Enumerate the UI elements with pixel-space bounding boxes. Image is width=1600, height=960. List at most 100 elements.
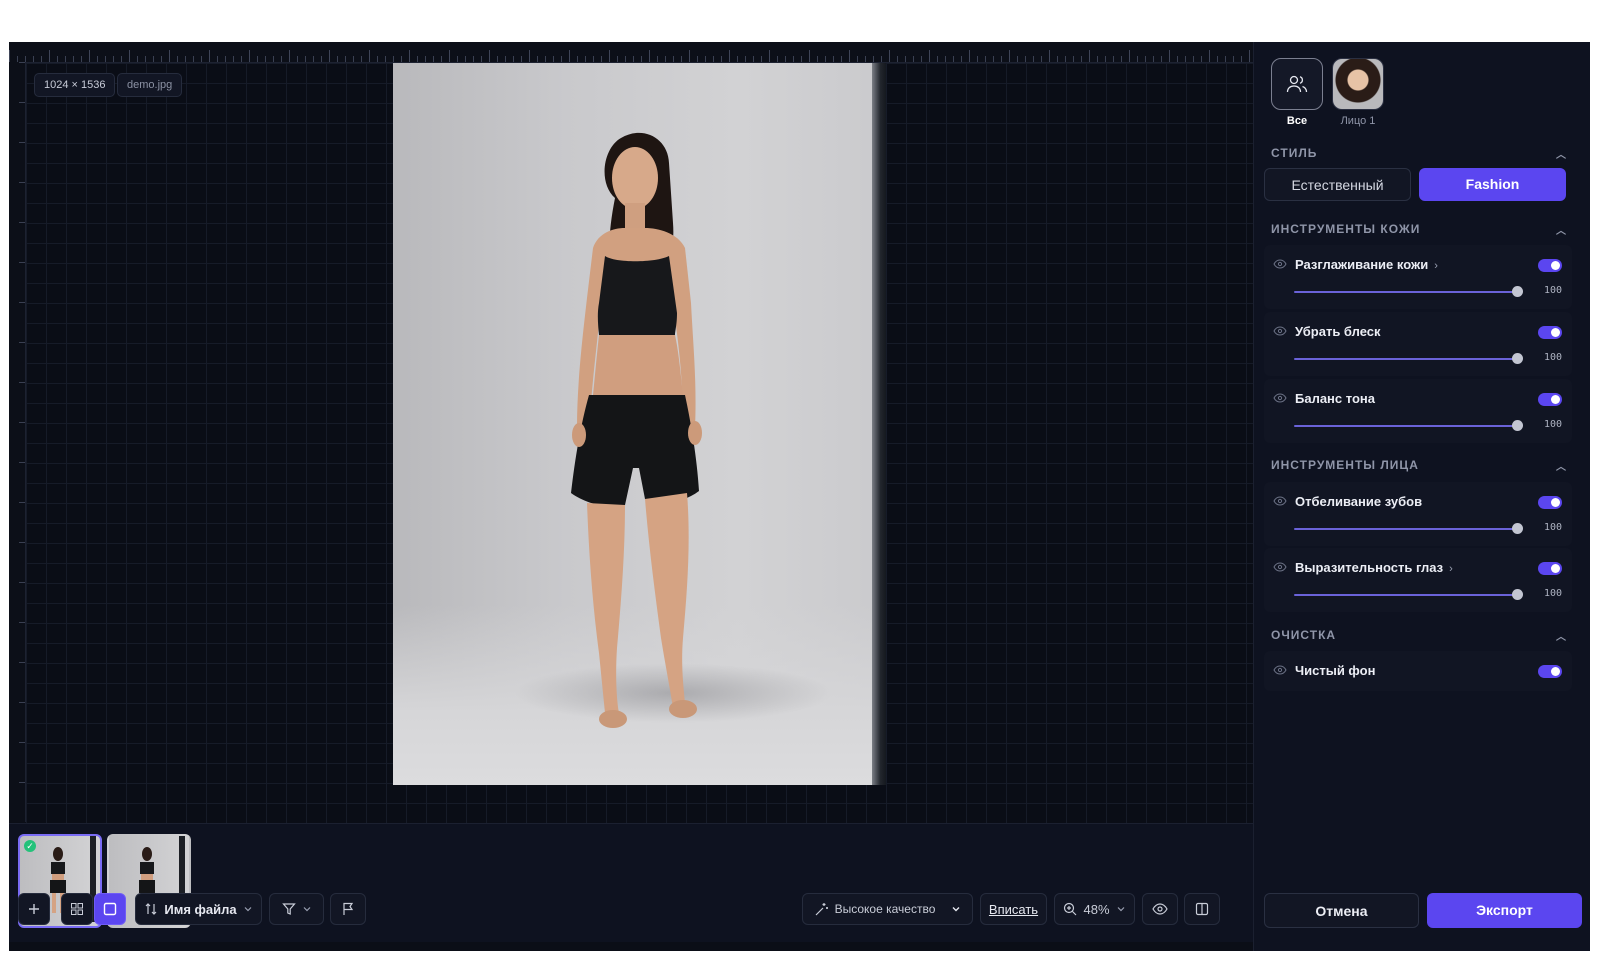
tool-toggle[interactable] — [1538, 326, 1562, 339]
chevron-up-icon: ︿ — [1556, 226, 1567, 237]
tool-slider-track[interactable] — [1294, 594, 1518, 596]
tool-label: Выразительность глаз — [1295, 560, 1444, 575]
compare-view-button[interactable] — [1184, 893, 1220, 925]
tool-slider-handle[interactable] — [1512, 523, 1523, 534]
eye-icon[interactable] — [1273, 562, 1287, 572]
style-natural-button[interactable]: Естественный — [1264, 168, 1411, 201]
skin-section-title: ИНСТРУМЕНТЫ КОЖИ — [1271, 222, 1421, 236]
zoom-label: 48% — [1083, 901, 1110, 917]
filename-chip: demo.jpg — [117, 73, 183, 97]
photo-preview[interactable] — [393, 63, 886, 785]
tool-name[interactable]: Разглаживание кожи › — [1295, 257, 1438, 272]
eye-icon — [1152, 903, 1168, 915]
tool-skin-smoothing: Разглаживание кожи › 100 — [1264, 245, 1572, 309]
flag-icon — [343, 902, 354, 915]
eye-icon[interactable] — [1273, 665, 1287, 675]
add-image-button[interactable] — [18, 893, 50, 925]
zoom-icon — [1064, 902, 1077, 916]
skin-section-header[interactable]: ИНСТРУМЕНТЫ КОЖИ ︿ — [1271, 222, 1571, 238]
model-figure — [571, 132, 702, 728]
tool-remove-shine: Убрать блеск 100 — [1264, 312, 1572, 376]
face-1-button[interactable] — [1332, 58, 1384, 110]
split-view-icon — [1195, 902, 1209, 916]
chevron-right-icon: › — [1449, 563, 1453, 575]
tool-slider-handle[interactable] — [1512, 420, 1523, 431]
tool-name[interactable]: Чистый фон — [1295, 663, 1375, 678]
export-button[interactable]: Экспорт — [1427, 893, 1582, 928]
eye-icon[interactable] — [1273, 326, 1287, 336]
flag-button[interactable] — [330, 893, 366, 925]
face-all-label: Все — [1286, 115, 1308, 127]
quality-label: Высокое качество — [834, 902, 936, 916]
chevron-down-icon — [952, 907, 960, 912]
horizontal-ruler — [9, 42, 1253, 63]
face-1-label: Лицо 1 — [1340, 115, 1376, 127]
eye-icon[interactable] — [1273, 259, 1287, 269]
tool-toggle[interactable] — [1538, 665, 1562, 678]
tool-name[interactable]: Баланс тона — [1295, 391, 1375, 406]
tool-value: 100 — [1543, 352, 1562, 363]
face-all-button[interactable] — [1271, 58, 1323, 110]
tool-value: 100 — [1543, 419, 1562, 430]
sort-dropdown[interactable]: Имя файла — [135, 893, 262, 925]
adjustments-panel: Все Лицо 1 СТИЛЬ ︿ Естественный Fashion … — [1253, 42, 1590, 951]
face-section-header[interactable]: ИНСТРУМЕНТЫ ЛИЦА ︿ — [1271, 458, 1571, 474]
filter-button[interactable] — [269, 893, 324, 925]
tool-slider-handle[interactable] — [1512, 353, 1523, 364]
fit-button[interactable]: Вписать — [980, 893, 1047, 925]
tool-slider-handle[interactable] — [1512, 589, 1523, 600]
tool-name[interactable]: Убрать блеск — [1295, 324, 1381, 339]
chevron-up-icon: ︿ — [1556, 462, 1567, 473]
tool-name[interactable]: Выразительность глаз › — [1295, 560, 1453, 575]
tool-toggle[interactable] — [1538, 393, 1562, 406]
tool-slider-track[interactable] — [1294, 425, 1518, 427]
tool-toggle[interactable] — [1538, 259, 1562, 272]
cleanup-section-header[interactable]: ОЧИСТКА ︿ — [1271, 628, 1571, 644]
tool-slider-track[interactable] — [1294, 358, 1518, 360]
tool-clean-background: Чистый фон — [1264, 651, 1572, 691]
processed-check-icon: ✓ — [24, 840, 36, 852]
eye-icon[interactable] — [1273, 393, 1287, 403]
chevron-up-icon: ︿ — [1556, 632, 1567, 643]
tool-value: 100 — [1543, 522, 1562, 533]
vertical-ruler — [9, 62, 26, 822]
editor-app: 1024 × 1536 demo.jpg ✓ Имя файла Высокое… — [9, 42, 1590, 951]
eye-icon[interactable] — [1273, 496, 1287, 506]
chevron-down-icon — [303, 907, 310, 912]
tool-name[interactable]: Отбеливание зубов — [1295, 494, 1422, 509]
preview-toggle-button[interactable] — [1142, 893, 1178, 925]
tool-slider-track[interactable] — [1294, 291, 1518, 293]
chevron-up-icon: ︿ — [1556, 150, 1567, 161]
image-canvas[interactable]: 1024 × 1536 demo.jpg — [26, 63, 1253, 823]
users-icon — [1286, 75, 1308, 93]
chevron-right-icon: › — [1434, 260, 1438, 272]
tool-toggle[interactable] — [1538, 496, 1562, 509]
tool-value: 100 — [1543, 588, 1562, 599]
face-section-title: ИНСТРУМЕНТЫ ЛИЦА — [1271, 458, 1419, 472]
style-fashion-button[interactable]: Fashion — [1419, 168, 1566, 201]
tool-slider-track[interactable] — [1294, 528, 1518, 530]
tool-teeth-whitening: Отбеливание зубов 100 — [1264, 482, 1572, 546]
cleanup-section-title: ОЧИСТКА — [1271, 628, 1337, 642]
zoom-dropdown[interactable]: 48% — [1054, 893, 1135, 925]
fit-label: Вписать — [988, 901, 1039, 917]
tool-label: Разглаживание кожи — [1295, 257, 1429, 272]
tool-eye-enhance: Выразительность глаз › 100 — [1264, 548, 1572, 612]
single-view-button[interactable] — [94, 893, 126, 925]
grid-view-button[interactable] — [61, 893, 93, 925]
tool-slider-handle[interactable] — [1512, 286, 1523, 297]
sort-icon — [145, 903, 157, 915]
chevron-down-icon — [1117, 907, 1124, 912]
cancel-button[interactable]: Отмена — [1264, 893, 1419, 928]
tool-value: 100 — [1543, 285, 1562, 296]
sort-label: Имя файла — [164, 901, 237, 917]
square-icon — [103, 902, 117, 916]
dimensions-chip: 1024 × 1536 — [34, 73, 116, 97]
style-section-title: СТИЛЬ — [1271, 146, 1318, 160]
plus-icon — [29, 904, 39, 914]
quality-dropdown[interactable]: Высокое качество — [802, 893, 973, 925]
style-section-header[interactable]: СТИЛЬ ︿ — [1271, 146, 1571, 162]
filter-icon — [281, 903, 296, 915]
chevron-down-icon — [244, 907, 252, 912]
tool-toggle[interactable] — [1538, 562, 1562, 575]
